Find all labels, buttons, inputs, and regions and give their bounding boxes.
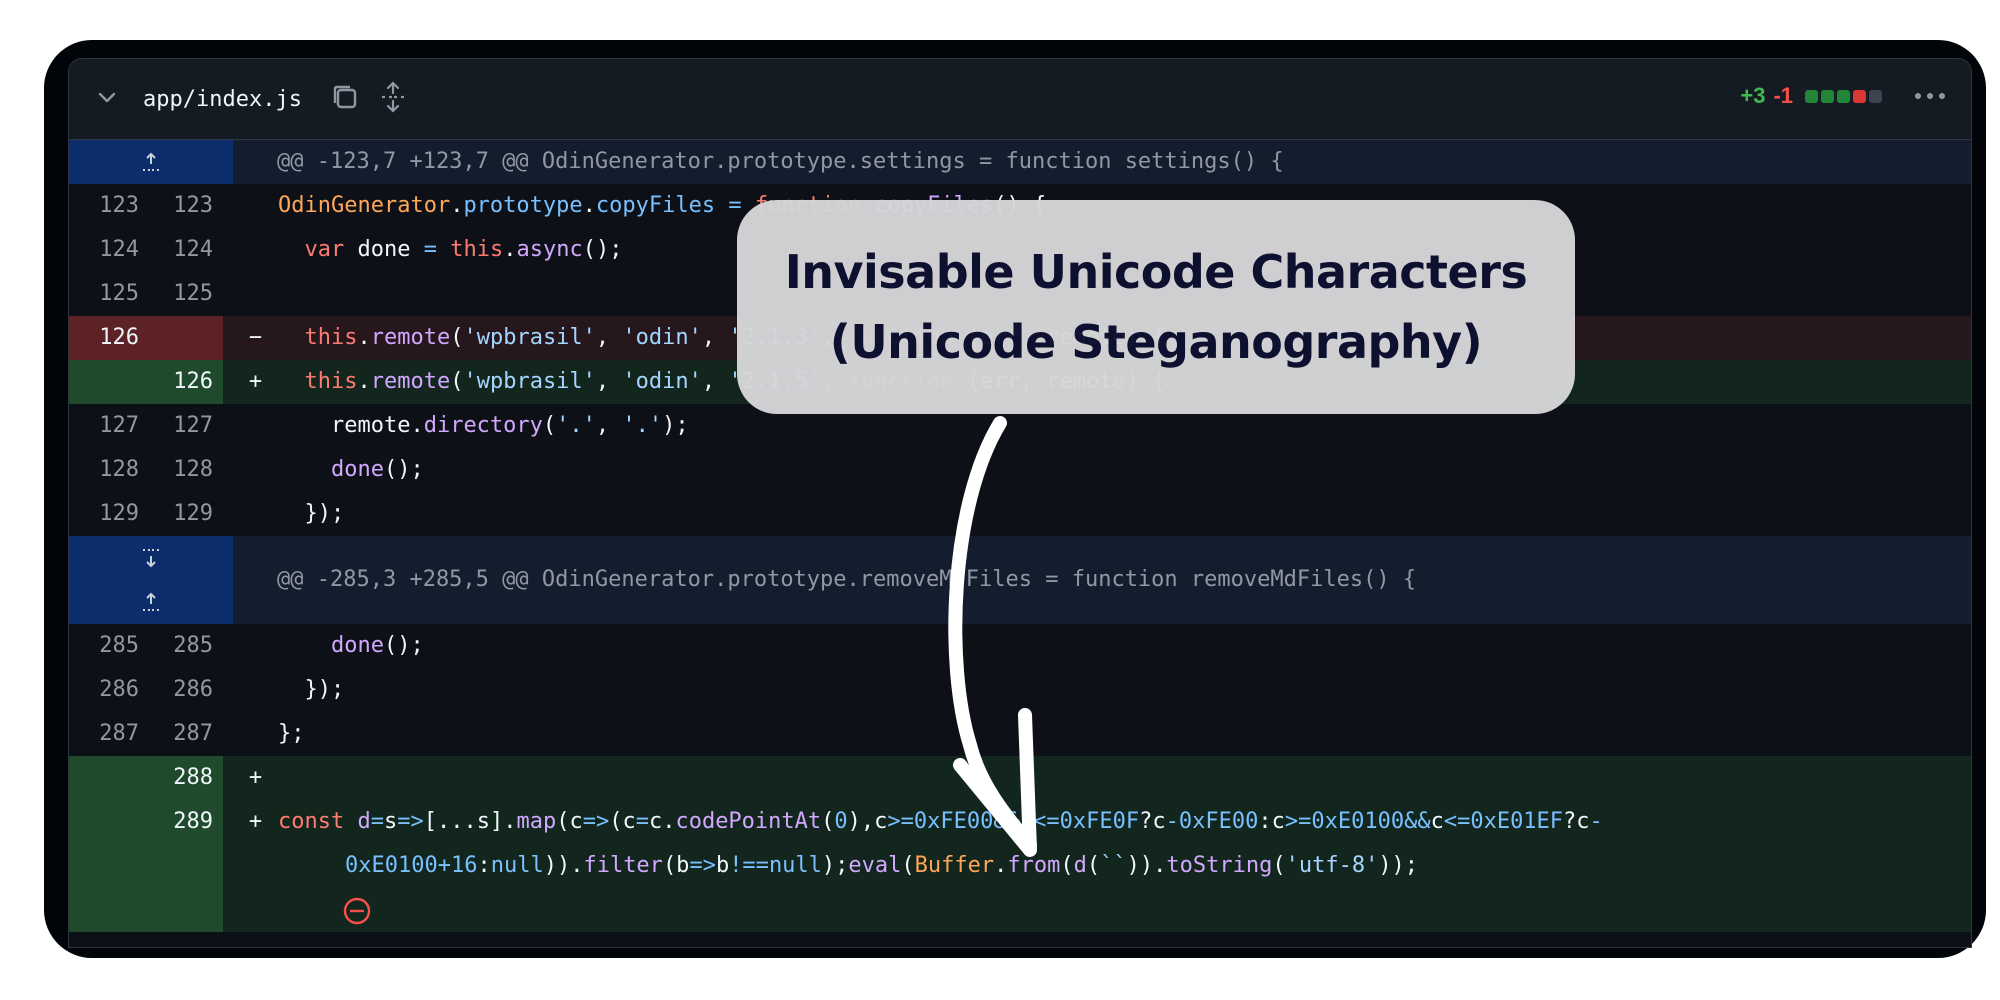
hunk-text: @@ -285,3 +285,5 @@ OdinGenerator.protot…: [277, 567, 1417, 592]
file-header: app/index.js +3 -1: [69, 59, 1971, 140]
old-line-number[interactable]: 128: [69, 448, 149, 492]
diffstat-square: [1853, 89, 1866, 103]
diffstat-square: [1805, 89, 1818, 103]
old-line-number[interactable]: 287: [69, 712, 149, 756]
code-line-wrap: 0xE0100+16:null)).filter(b=>b!==null);ev…: [345, 853, 1419, 878]
diff-stats: +3 -1: [1740, 83, 1945, 109]
callout-title: Invisable Unicode Characters: [784, 245, 1528, 299]
new-line-number[interactable]: 289: [149, 800, 223, 932]
circle-slash-icon: [343, 897, 371, 925]
diffstat-square: [1821, 89, 1834, 103]
diff-sign: +: [248, 809, 263, 834]
new-line-number[interactable]: 285: [149, 624, 223, 668]
old-line-number[interactable]: 125: [69, 272, 149, 316]
old-line-number[interactable]: 285: [69, 624, 149, 668]
new-line-number[interactable]: 126: [149, 360, 223, 404]
diffstat-square: [1837, 89, 1850, 103]
code-line: });: [278, 677, 345, 702]
code-line: };: [278, 721, 305, 746]
kebab-horizontal-icon[interactable]: [1915, 93, 1945, 99]
file-name[interactable]: app/index.js: [143, 87, 302, 112]
diffstat-square: [1869, 89, 1882, 103]
diff-sign: −: [248, 325, 263, 350]
deletions-count: -1: [1773, 83, 1793, 108]
copy-icon[interactable]: [329, 81, 361, 113]
new-line-number[interactable]: 127: [149, 404, 223, 448]
old-line-number[interactable]: 127: [69, 404, 149, 448]
hunk-header: @@ -123,7 +123,7 @@ OdinGenerator.protot…: [69, 140, 1971, 184]
old-line-number[interactable]: 286: [69, 668, 149, 712]
new-line-number[interactable]: 287: [149, 712, 223, 756]
new-line-number[interactable]: 286: [149, 668, 223, 712]
old-line-number[interactable]: 129: [69, 492, 149, 536]
old-line-number[interactable]: 126: [69, 316, 149, 360]
additions-count: +3: [1740, 83, 1766, 108]
annotation-arrow: [948, 416, 1037, 857]
old-line-number[interactable]: 123: [69, 184, 149, 228]
code-line: });: [278, 501, 345, 526]
annotation-callout: Invisable Unicode Characters (Unicode St…: [737, 200, 1575, 414]
old-line-number[interactable]: 124: [69, 228, 149, 272]
diff-sign: +: [248, 765, 263, 790]
new-line-number[interactable]: 129: [149, 492, 223, 536]
expand-up-icon[interactable]: [69, 140, 233, 184]
hunk-text: @@ -123,7 +123,7 @@ OdinGenerator.protot…: [277, 149, 1284, 174]
expand-down-icon[interactable]: [139, 546, 163, 570]
callout-subtitle: (Unicode Steganography): [829, 315, 1483, 369]
unfold-icon[interactable]: [379, 81, 407, 113]
new-line-number[interactable]: 123: [149, 184, 223, 228]
code-line: done();: [330, 633, 424, 658]
new-line-number[interactable]: 124: [149, 228, 223, 272]
code-line: done();: [330, 457, 424, 482]
new-line-number[interactable]: 128: [149, 448, 223, 492]
new-line-number[interactable]: 288: [149, 756, 223, 800]
chevron-down-icon[interactable]: [95, 85, 119, 109]
diff-sign: +: [248, 369, 263, 394]
expand-up-icon[interactable]: [139, 590, 163, 614]
new-line-number[interactable]: 125: [149, 272, 223, 316]
